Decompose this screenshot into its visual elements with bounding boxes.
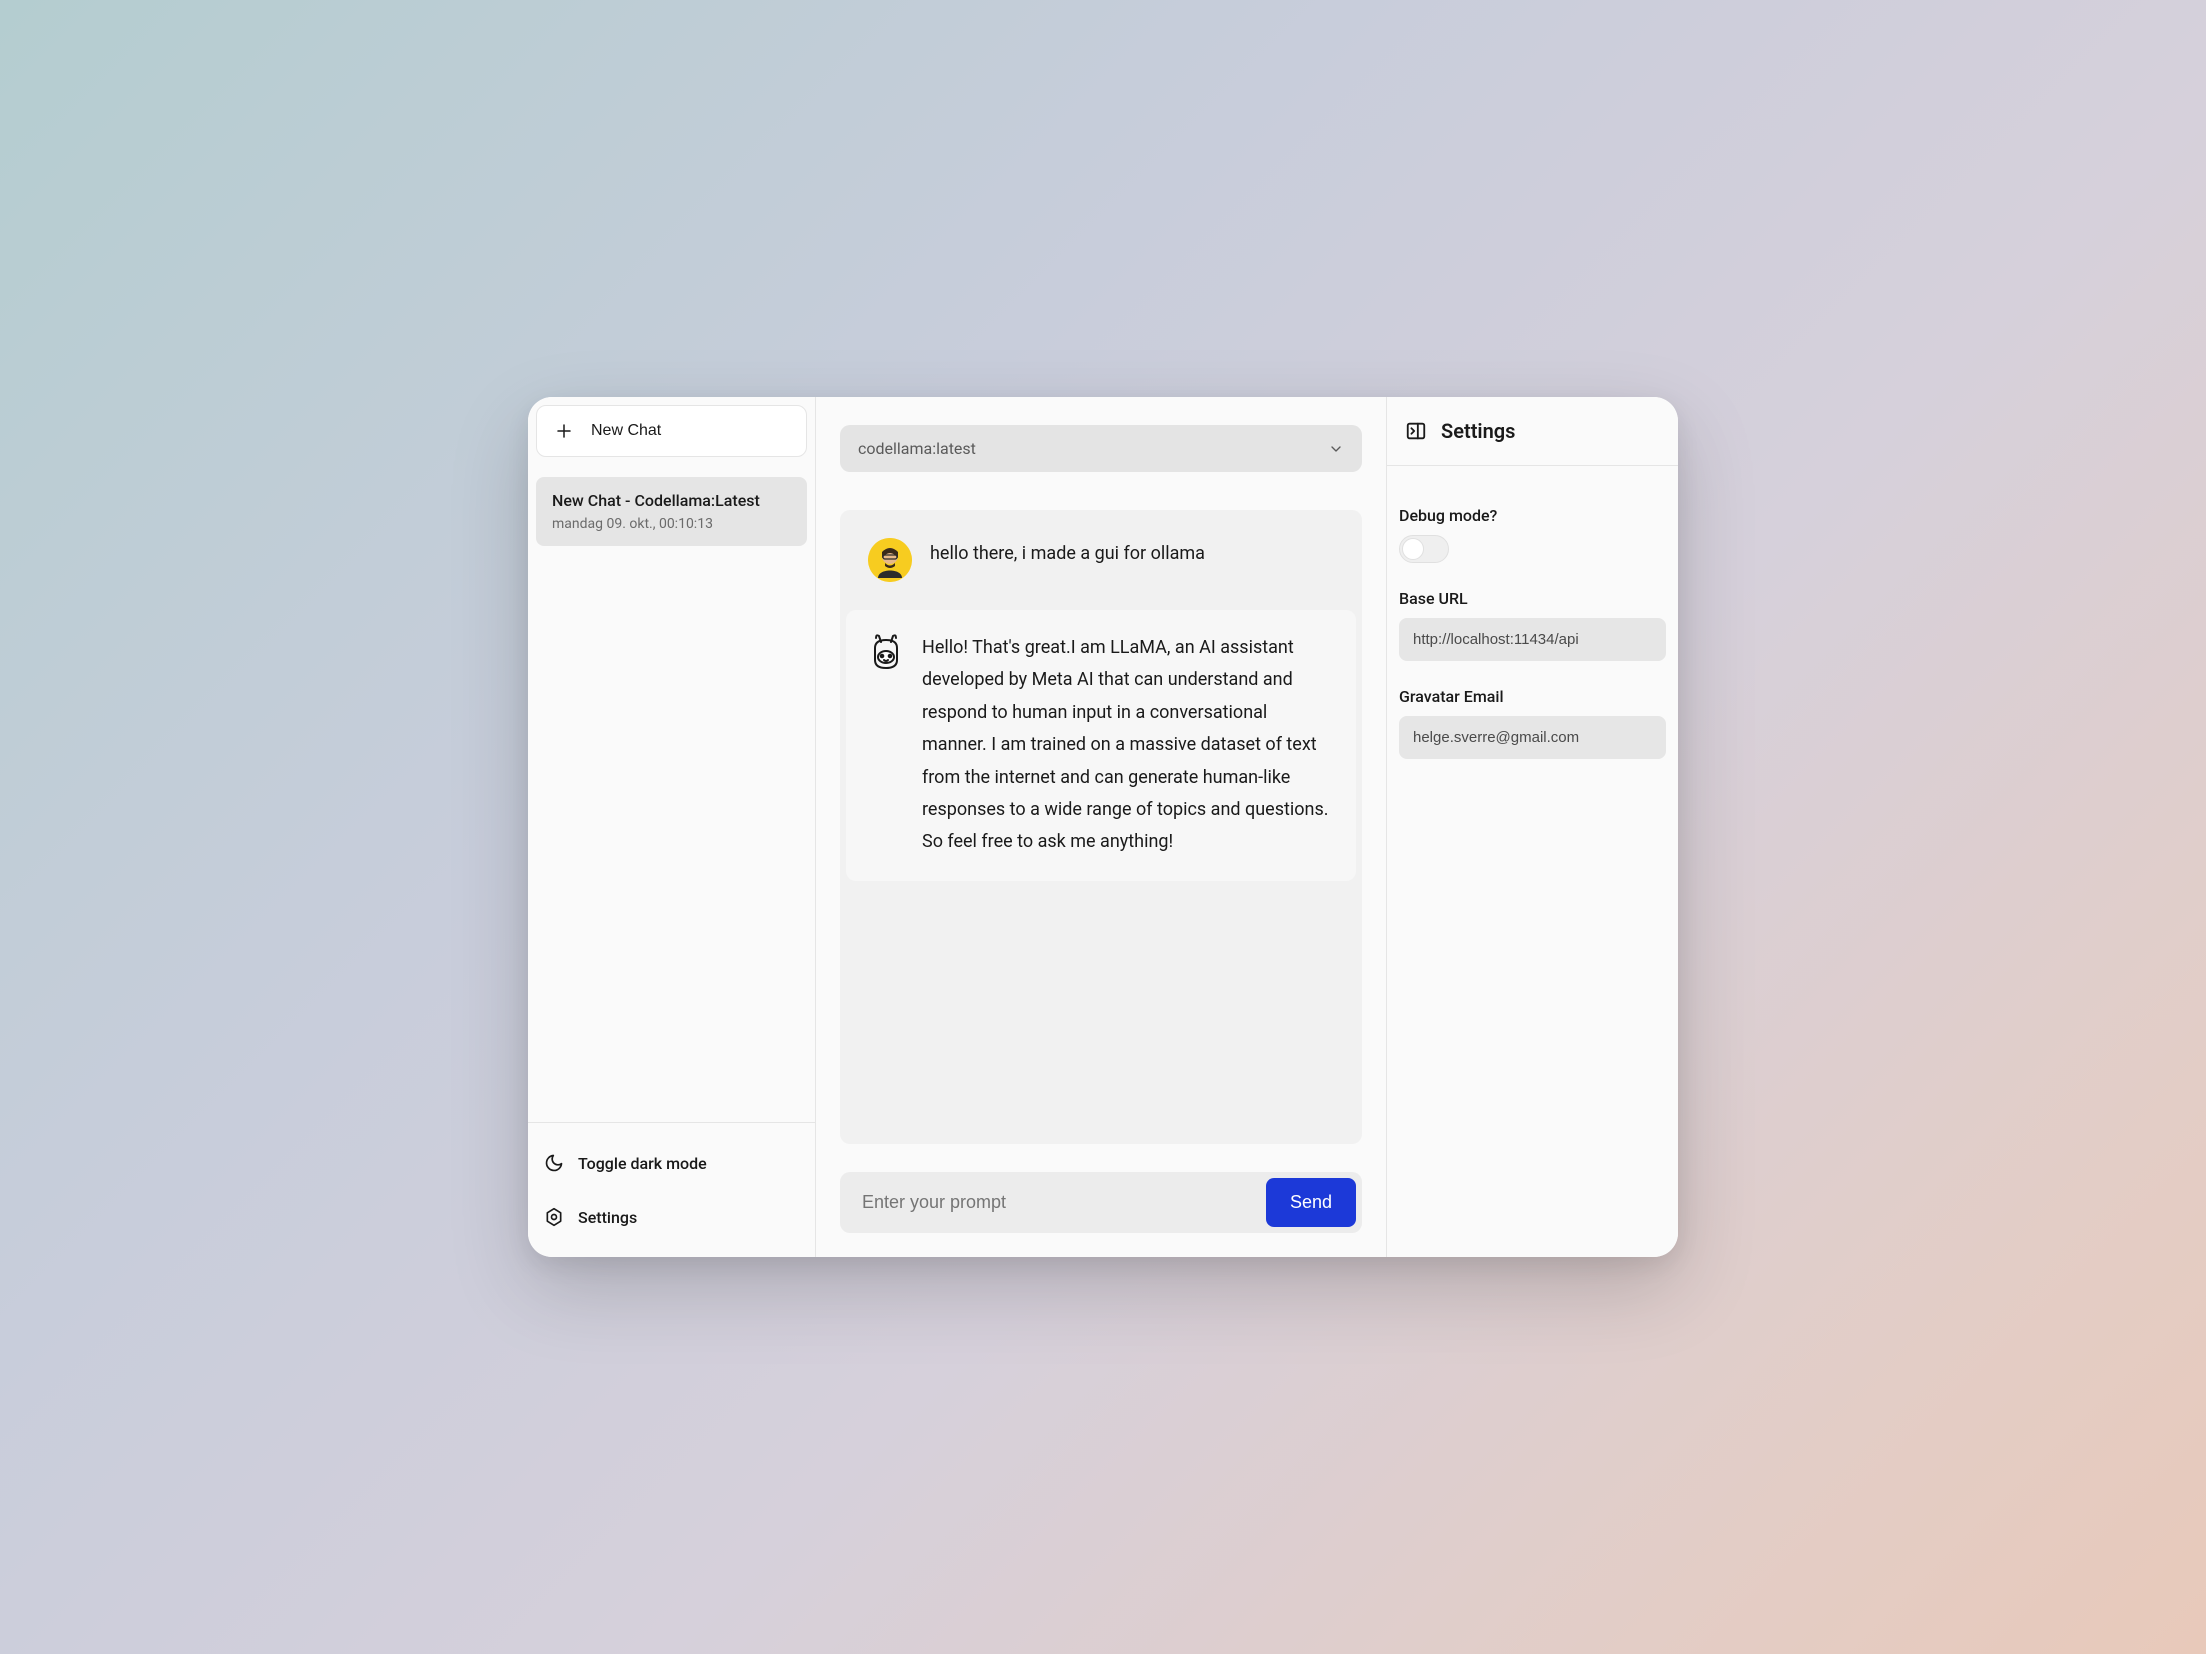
gravatar-email-input[interactable] xyxy=(1399,716,1666,759)
settings-title: Settings xyxy=(1441,419,1515,443)
debug-mode-toggle[interactable] xyxy=(1399,535,1449,563)
sidebar-top: New Chat New Chat - Codellama:Latest man… xyxy=(528,397,815,1122)
main-content: codellama:latest hel xyxy=(816,397,1386,1257)
gear-icon xyxy=(544,1207,564,1227)
plus-icon xyxy=(555,422,573,440)
model-selected-label: codellama:latest xyxy=(858,439,976,458)
message-assistant: Hello! That's great.I am LLaMA, an AI as… xyxy=(846,610,1356,881)
base-url-label: Base URL xyxy=(1399,589,1666,608)
gravatar-email-label: Gravatar Email xyxy=(1399,687,1666,706)
assistant-avatar xyxy=(868,634,904,670)
settings-header: Settings xyxy=(1387,397,1678,466)
moon-icon xyxy=(544,1153,564,1173)
chat-item-title: New Chat - Codellama:Latest xyxy=(552,491,791,510)
setting-base-url: Base URL xyxy=(1399,589,1666,661)
setting-debug-mode: Debug mode? xyxy=(1399,506,1666,563)
toggle-knob xyxy=(1402,538,1424,560)
sidebar: New Chat New Chat - Codellama:Latest man… xyxy=(528,397,816,1257)
toggle-dark-label: Toggle dark mode xyxy=(578,1154,707,1173)
message-text: Hello! That's great.I am LLaMA, an AI as… xyxy=(922,632,1334,859)
panel-collapse-icon[interactable] xyxy=(1405,420,1427,442)
settings-body: Debug mode? Base URL Gravatar Email xyxy=(1387,466,1678,797)
chevron-down-icon xyxy=(1328,441,1344,457)
chat-item-timestamp: mandag 09. okt., 00:10:13 xyxy=(552,516,791,532)
settings-panel: Settings Debug mode? Base URL Gravatar E… xyxy=(1386,397,1678,1257)
messages-scroll[interactable]: hello there, i made a gui for ollama Hel… xyxy=(840,510,1362,1144)
setting-gravatar-email: Gravatar Email xyxy=(1399,687,1666,759)
send-button[interactable]: Send xyxy=(1266,1178,1356,1227)
sidebar-bottom: Toggle dark mode Settings xyxy=(528,1122,815,1257)
message-text: hello there, i made a gui for ollama xyxy=(930,538,1205,582)
settings-label: Settings xyxy=(578,1208,637,1227)
prompt-input[interactable] xyxy=(846,1178,1256,1227)
debug-mode-label: Debug mode? xyxy=(1399,506,1666,525)
user-avatar xyxy=(868,538,912,582)
settings-button[interactable]: Settings xyxy=(544,1201,799,1233)
chat-list-item[interactable]: New Chat - Codellama:Latest mandag 09. o… xyxy=(536,477,807,546)
prompt-bar: Send xyxy=(840,1172,1362,1233)
model-select-dropdown[interactable]: codellama:latest xyxy=(840,425,1362,472)
message-user: hello there, i made a gui for ollama xyxy=(846,516,1356,604)
new-chat-label: New Chat xyxy=(591,422,661,440)
base-url-input[interactable] xyxy=(1399,618,1666,661)
new-chat-button[interactable]: New Chat xyxy=(536,405,807,457)
app-window: New Chat New Chat - Codellama:Latest man… xyxy=(528,397,1678,1257)
toggle-dark-mode-button[interactable]: Toggle dark mode xyxy=(544,1147,799,1179)
